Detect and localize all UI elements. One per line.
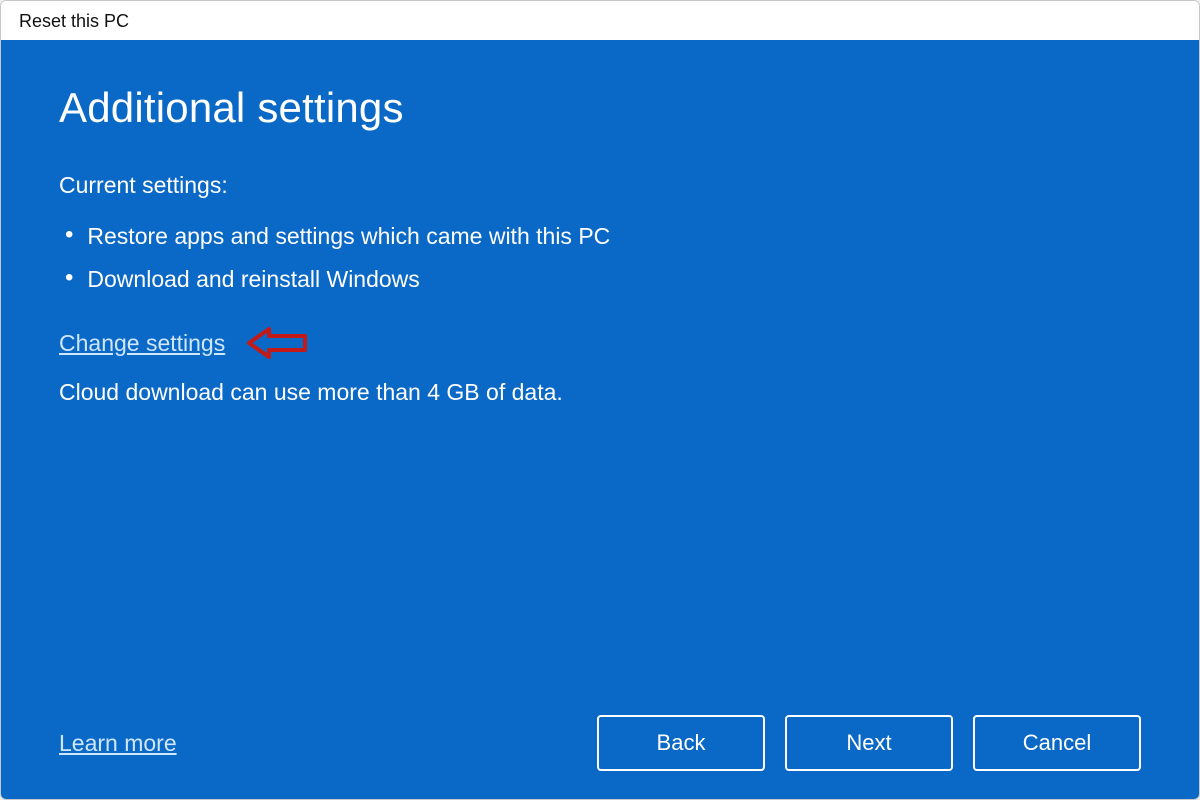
back-button[interactable]: Back xyxy=(597,715,765,771)
page-heading: Additional settings xyxy=(59,84,1141,132)
current-settings-label: Current settings: xyxy=(59,172,1141,199)
learn-more-link[interactable]: Learn more xyxy=(59,730,177,757)
annotation-arrow-icon xyxy=(243,323,311,363)
list-item: Restore apps and settings which came wit… xyxy=(59,215,1141,258)
settings-bullet-list: Restore apps and settings which came wit… xyxy=(59,215,1141,301)
bullet-text: Download and reinstall Windows xyxy=(87,266,419,293)
button-row: Back Next Cancel xyxy=(597,715,1141,771)
dialog-footer: Learn more Back Next Cancel xyxy=(59,715,1141,771)
bullet-text: Restore apps and settings which came wit… xyxy=(87,223,610,250)
dialog-content: Additional settings Current settings: Re… xyxy=(1,40,1199,799)
cancel-button[interactable]: Cancel xyxy=(973,715,1141,771)
change-settings-link[interactable]: Change settings xyxy=(59,330,225,357)
list-item: Download and reinstall Windows xyxy=(59,258,1141,301)
data-usage-note: Cloud download can use more than 4 GB of… xyxy=(59,379,1141,406)
next-button[interactable]: Next xyxy=(785,715,953,771)
change-settings-row: Change settings xyxy=(59,323,1141,363)
window-title: Reset this PC xyxy=(19,11,129,31)
dialog-window: Reset this PC Additional settings Curren… xyxy=(0,0,1200,800)
window-title-bar: Reset this PC xyxy=(1,1,1199,40)
